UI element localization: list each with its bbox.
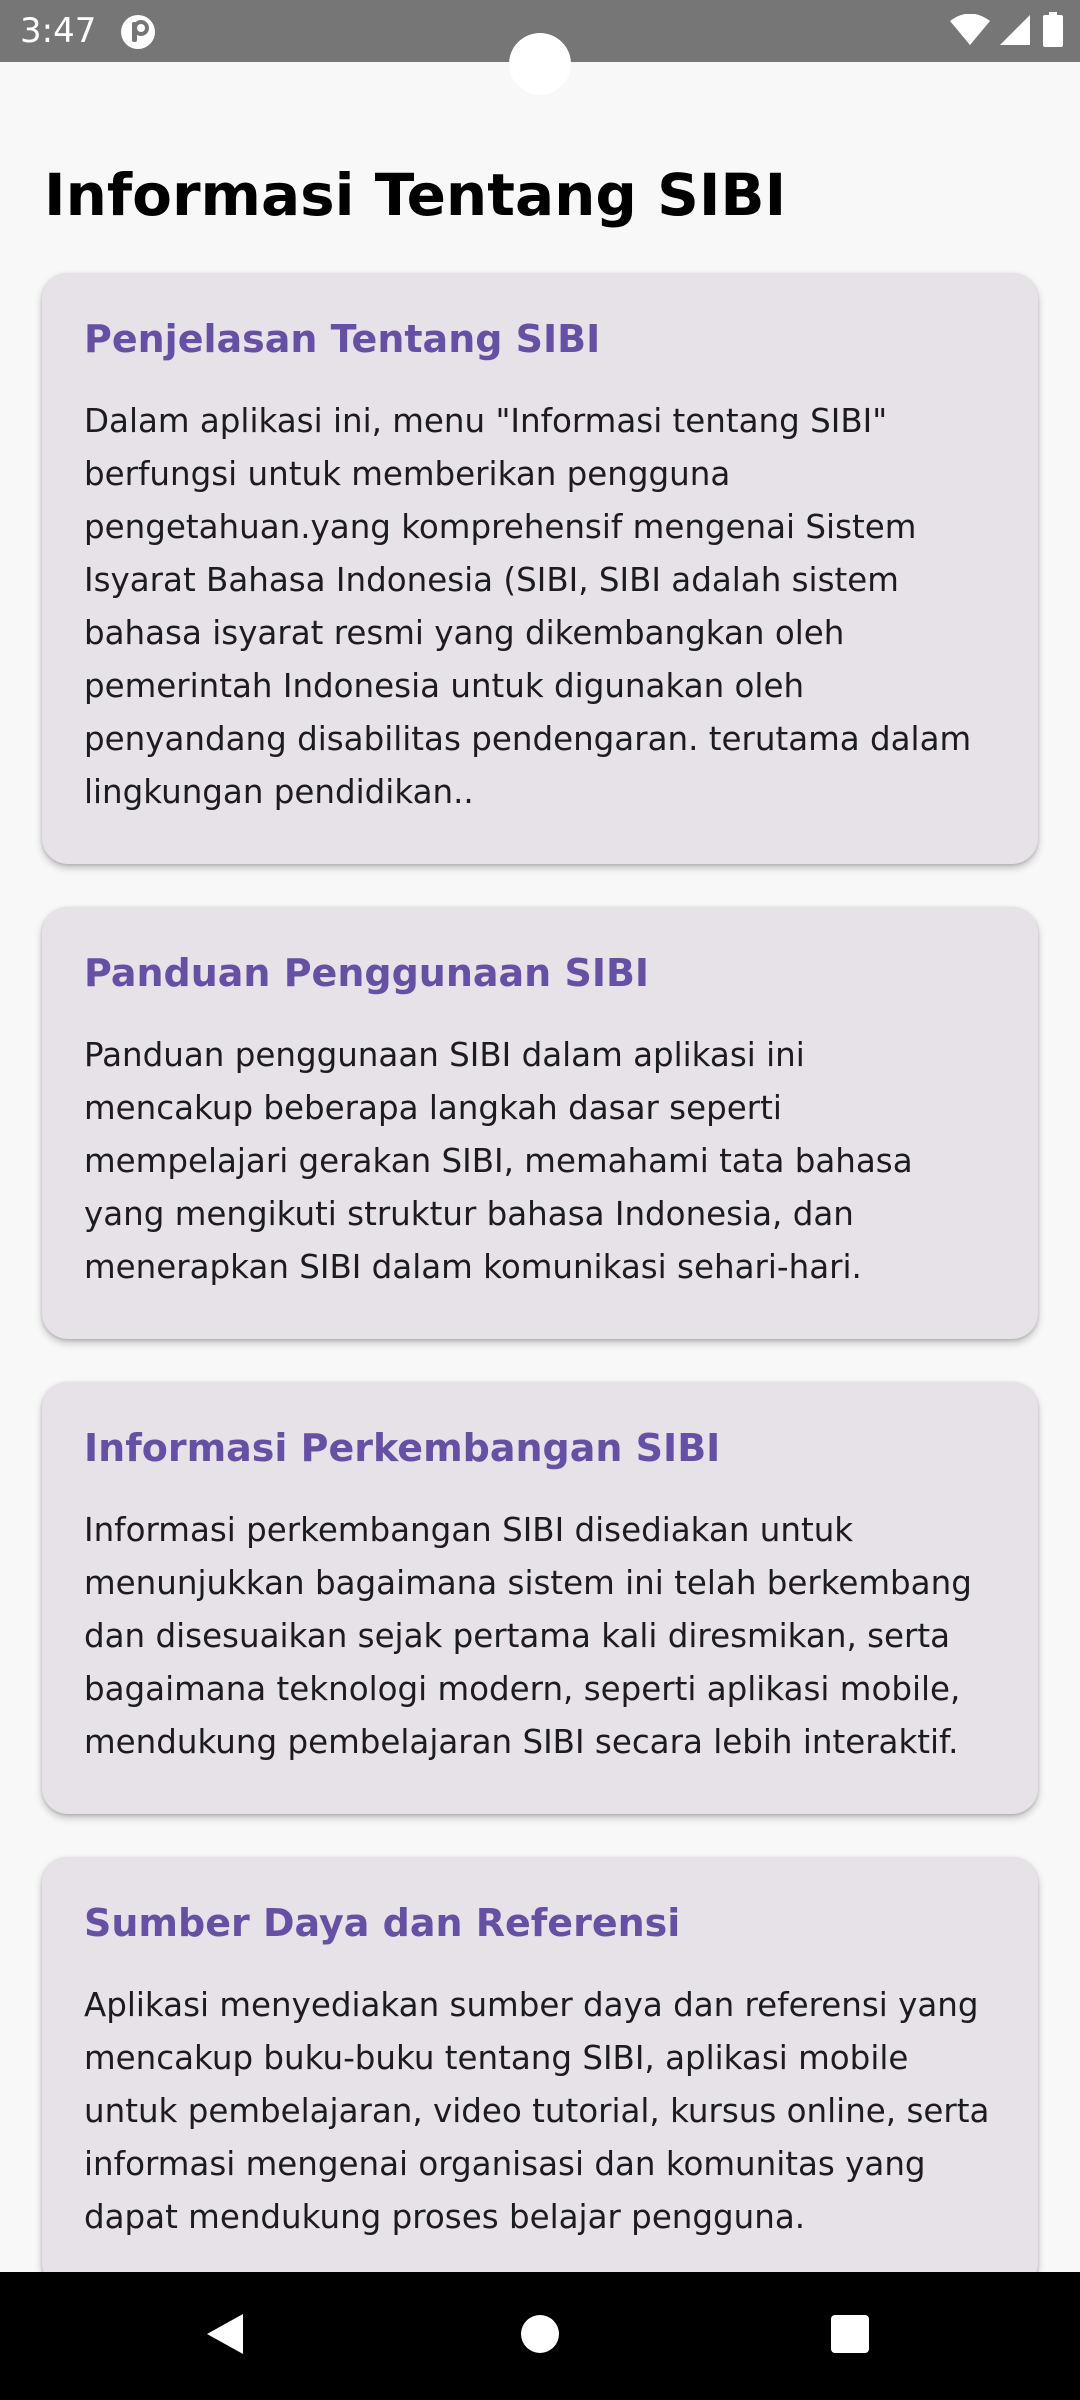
info-card-sumber-daya: Sumber Daya dan Referensi Aplikasi menye…	[42, 1857, 1038, 2289]
info-card-panduan: Panduan Penggunaan SIBI Panduan pengguna…	[42, 907, 1038, 1339]
card-title: Sumber Daya dan Referensi	[84, 1901, 681, 1945]
battery-icon	[1042, 12, 1064, 52]
home-button[interactable]	[508, 2304, 572, 2368]
card-body: Panduan penggunaan SIBI dalam aplikasi i…	[84, 1036, 913, 1286]
card-body: Aplikasi menyediakan sumber daya dan ref…	[84, 1986, 990, 2236]
camera-cutout	[509, 33, 571, 95]
back-button[interactable]	[193, 2304, 257, 2368]
card-body: Informasi perkembangan SIBI disediakan u…	[84, 1511, 972, 1761]
info-card-perkembangan: Informasi Perkembangan SIBI Informasi pe…	[42, 1382, 1038, 1814]
page-title: Informasi Tentang SIBI	[44, 161, 787, 229]
wifi-icon	[950, 13, 990, 50]
card-body: Dalam aplikasi ini, menu "Informasi tent…	[84, 402, 972, 811]
home-icon	[520, 2314, 560, 2358]
navigation-bar	[0, 2272, 1080, 2400]
info-card-penjelasan: Penjelasan Tentang SIBI Dalam aplikasi i…	[42, 273, 1038, 864]
recents-button[interactable]	[818, 2304, 882, 2368]
card-title: Panduan Penggunaan SIBI	[84, 951, 650, 995]
card-title: Informasi Perkembangan SIBI	[84, 1426, 721, 1470]
app-notification-icon	[120, 14, 156, 50]
cellular-signal-icon	[1000, 14, 1032, 50]
status-time: 3:47	[20, 11, 97, 51]
card-title: Penjelasan Tentang SIBI	[84, 317, 601, 361]
recents-icon	[830, 2314, 870, 2358]
status-icons	[950, 12, 1064, 52]
back-icon	[203, 2312, 247, 2360]
